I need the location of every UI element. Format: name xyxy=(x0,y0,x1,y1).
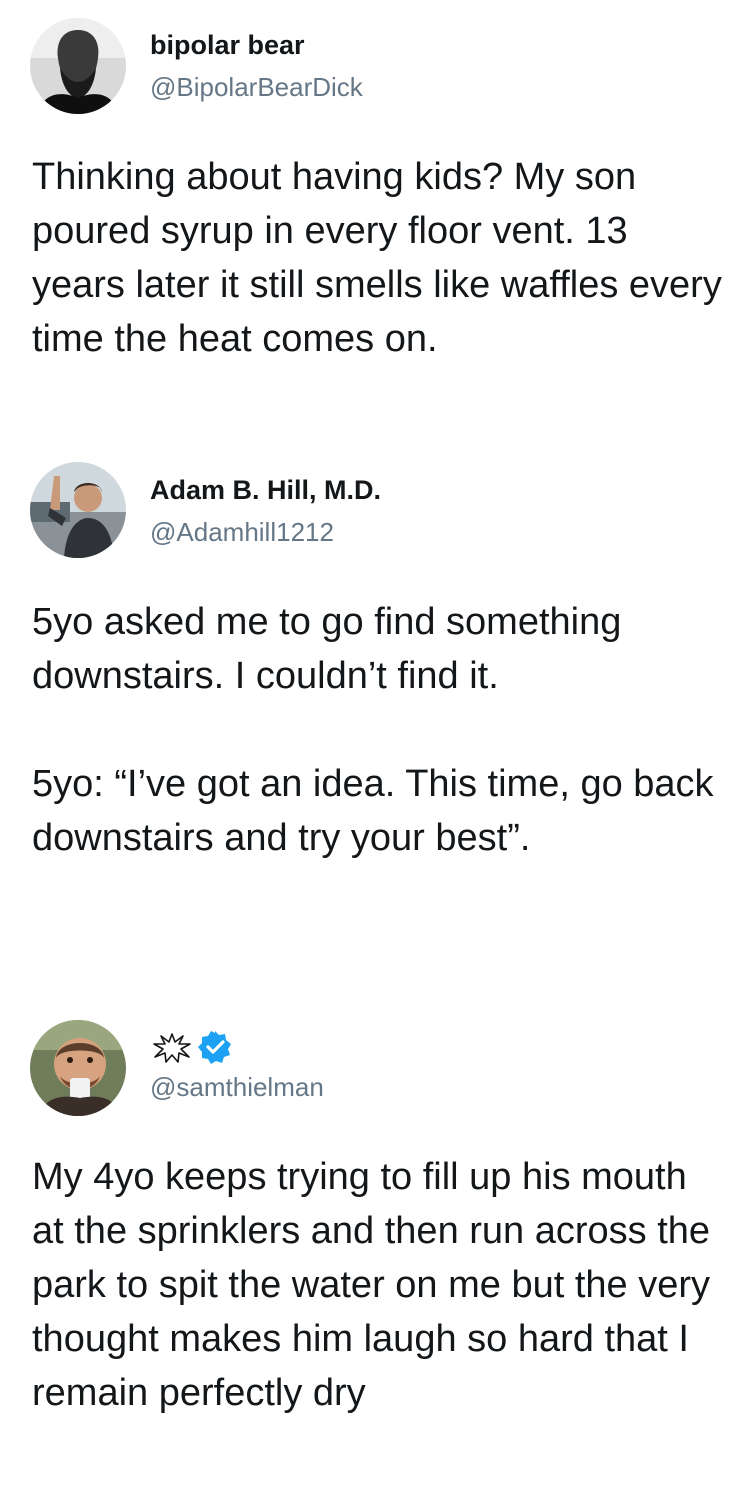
user-handle[interactable]: @Adamhill1212 xyxy=(150,517,334,548)
user-handle[interactable]: @BipolarBearDick xyxy=(150,72,363,103)
display-name[interactable]: Adam B. Hill, M.D. xyxy=(150,475,381,506)
drinking-man-avatar[interactable] xyxy=(30,1020,126,1116)
tweet-paragraph: Thinking about having kids? My son poure… xyxy=(32,156,722,360)
tweet-text: Thinking about having kids? My son poure… xyxy=(32,150,722,366)
tweet-paragraph: 5yo asked me to go find something downst… xyxy=(32,601,622,697)
tweet-paragraph: My 4yo keeps trying to fill up his mouth… xyxy=(32,1156,711,1414)
waving-man-avatar[interactable] xyxy=(30,462,126,558)
bearded-man-avatar[interactable] xyxy=(30,18,126,114)
display-name[interactable]: bipolar bear xyxy=(150,30,305,61)
user-handle[interactable]: @samthielman xyxy=(150,1072,324,1103)
tweet-text: My 4yo keeps trying to fill up his mouth… xyxy=(32,1150,722,1420)
tweet-paragraph: 5yo: “I’ve got an idea. This time, go ba… xyxy=(32,763,714,859)
tweet-text: 5yo asked me to go find something downst… xyxy=(32,595,722,865)
verified-badge-icon xyxy=(198,1030,232,1064)
sparkle-burst-icon xyxy=(150,1030,194,1066)
